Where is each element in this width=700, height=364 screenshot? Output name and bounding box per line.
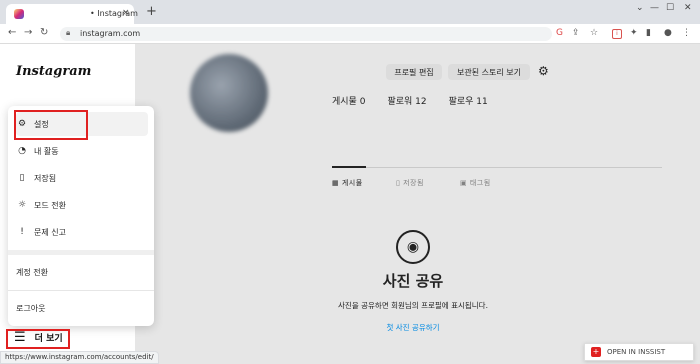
more-label: 더 보기 — [34, 334, 63, 344]
instagram-favicon-icon — [14, 9, 24, 19]
menu-item-label: 로그아웃 — [16, 303, 46, 313]
menu-item-switch-account[interactable]: 계정 전환 — [16, 260, 148, 284]
activity-icon: ◔ — [18, 146, 26, 156]
inssist-label: OPEN IN INSSIST — [607, 348, 666, 356]
sun-icon: ☼ — [17, 200, 27, 210]
more-button[interactable]: ☰ 더 보기 — [14, 330, 63, 345]
menu-item-report[interactable]: ! 문제 신고 — [16, 220, 148, 244]
extension-red-icon[interactable]: i — [612, 29, 622, 39]
puzzle-icon[interactable]: ✦ — [630, 28, 638, 38]
open-in-inssist-button[interactable]: + OPEN IN INSSIST — [584, 343, 694, 361]
menu-item-switch-mode[interactable]: ☼ 모드 전환 — [16, 193, 148, 217]
address-bar-row: ← → ↻ 🔒︎ instagram.com G ⇪ ☆ i ✦ ▮ ● ⋮ — [0, 24, 700, 44]
hamburger-icon: ☰ — [14, 330, 26, 345]
profile-icon[interactable]: ● — [664, 28, 672, 38]
google-icon[interactable]: G — [556, 28, 563, 38]
menu-item-label: 모드 전환 — [34, 200, 66, 210]
chevron-down-icon[interactable]: ⌄ — [636, 3, 644, 13]
reload-icon[interactable]: ↻ — [40, 27, 48, 38]
minimize-button[interactable]: — — [650, 3, 659, 13]
forward-icon[interactable]: → — [24, 27, 32, 38]
settings-highlight-box — [14, 110, 88, 140]
star-icon[interactable]: ☆ — [590, 28, 598, 38]
browser-tab[interactable]: • Instagram × — [6, 4, 138, 24]
status-bar-url: https://www.instagram.com/accounts/edit/ — [0, 351, 159, 364]
bookmark-icon: ▯ — [19, 173, 25, 183]
report-icon: ! — [20, 227, 24, 237]
plus-icon: + — [591, 347, 601, 357]
menu-item-saved[interactable]: ▯ 저장됨 — [16, 166, 148, 190]
kebab-menu-icon[interactable]: ⋮ — [682, 28, 691, 38]
menu-item-label: 문제 신고 — [34, 227, 66, 237]
back-icon[interactable]: ← — [8, 27, 16, 38]
tab-title: • Instagram — [90, 9, 138, 18]
menu-item-label: 내 활동 — [34, 146, 59, 156]
menu-item-logout[interactable]: 로그아웃 — [16, 296, 148, 320]
close-window-button[interactable]: ✕ — [684, 3, 692, 13]
tab-close-icon[interactable]: × — [122, 8, 130, 18]
share-icon[interactable]: ⇪ — [572, 28, 580, 38]
browser-tab-bar: • Instagram × + ⌄ — ☐ ✕ — [0, 0, 700, 24]
menu-item-label: 계정 전환 — [16, 267, 48, 277]
menu-item-label: 저장됨 — [34, 173, 57, 183]
lock-icon[interactable]: 🔒︎ — [66, 28, 70, 38]
menu-item-activity[interactable]: ◔ 내 활동 — [16, 139, 148, 163]
instagram-logo[interactable]: Instagram — [16, 64, 91, 79]
maximize-button[interactable]: ☐ — [666, 3, 674, 13]
sidepanel-icon[interactable]: ▮ — [646, 28, 651, 38]
menu-divider — [8, 250, 154, 255]
new-tab-button[interactable]: + — [146, 4, 157, 19]
menu-divider-thin — [8, 290, 154, 291]
url-text[interactable]: instagram.com — [80, 29, 140, 38]
